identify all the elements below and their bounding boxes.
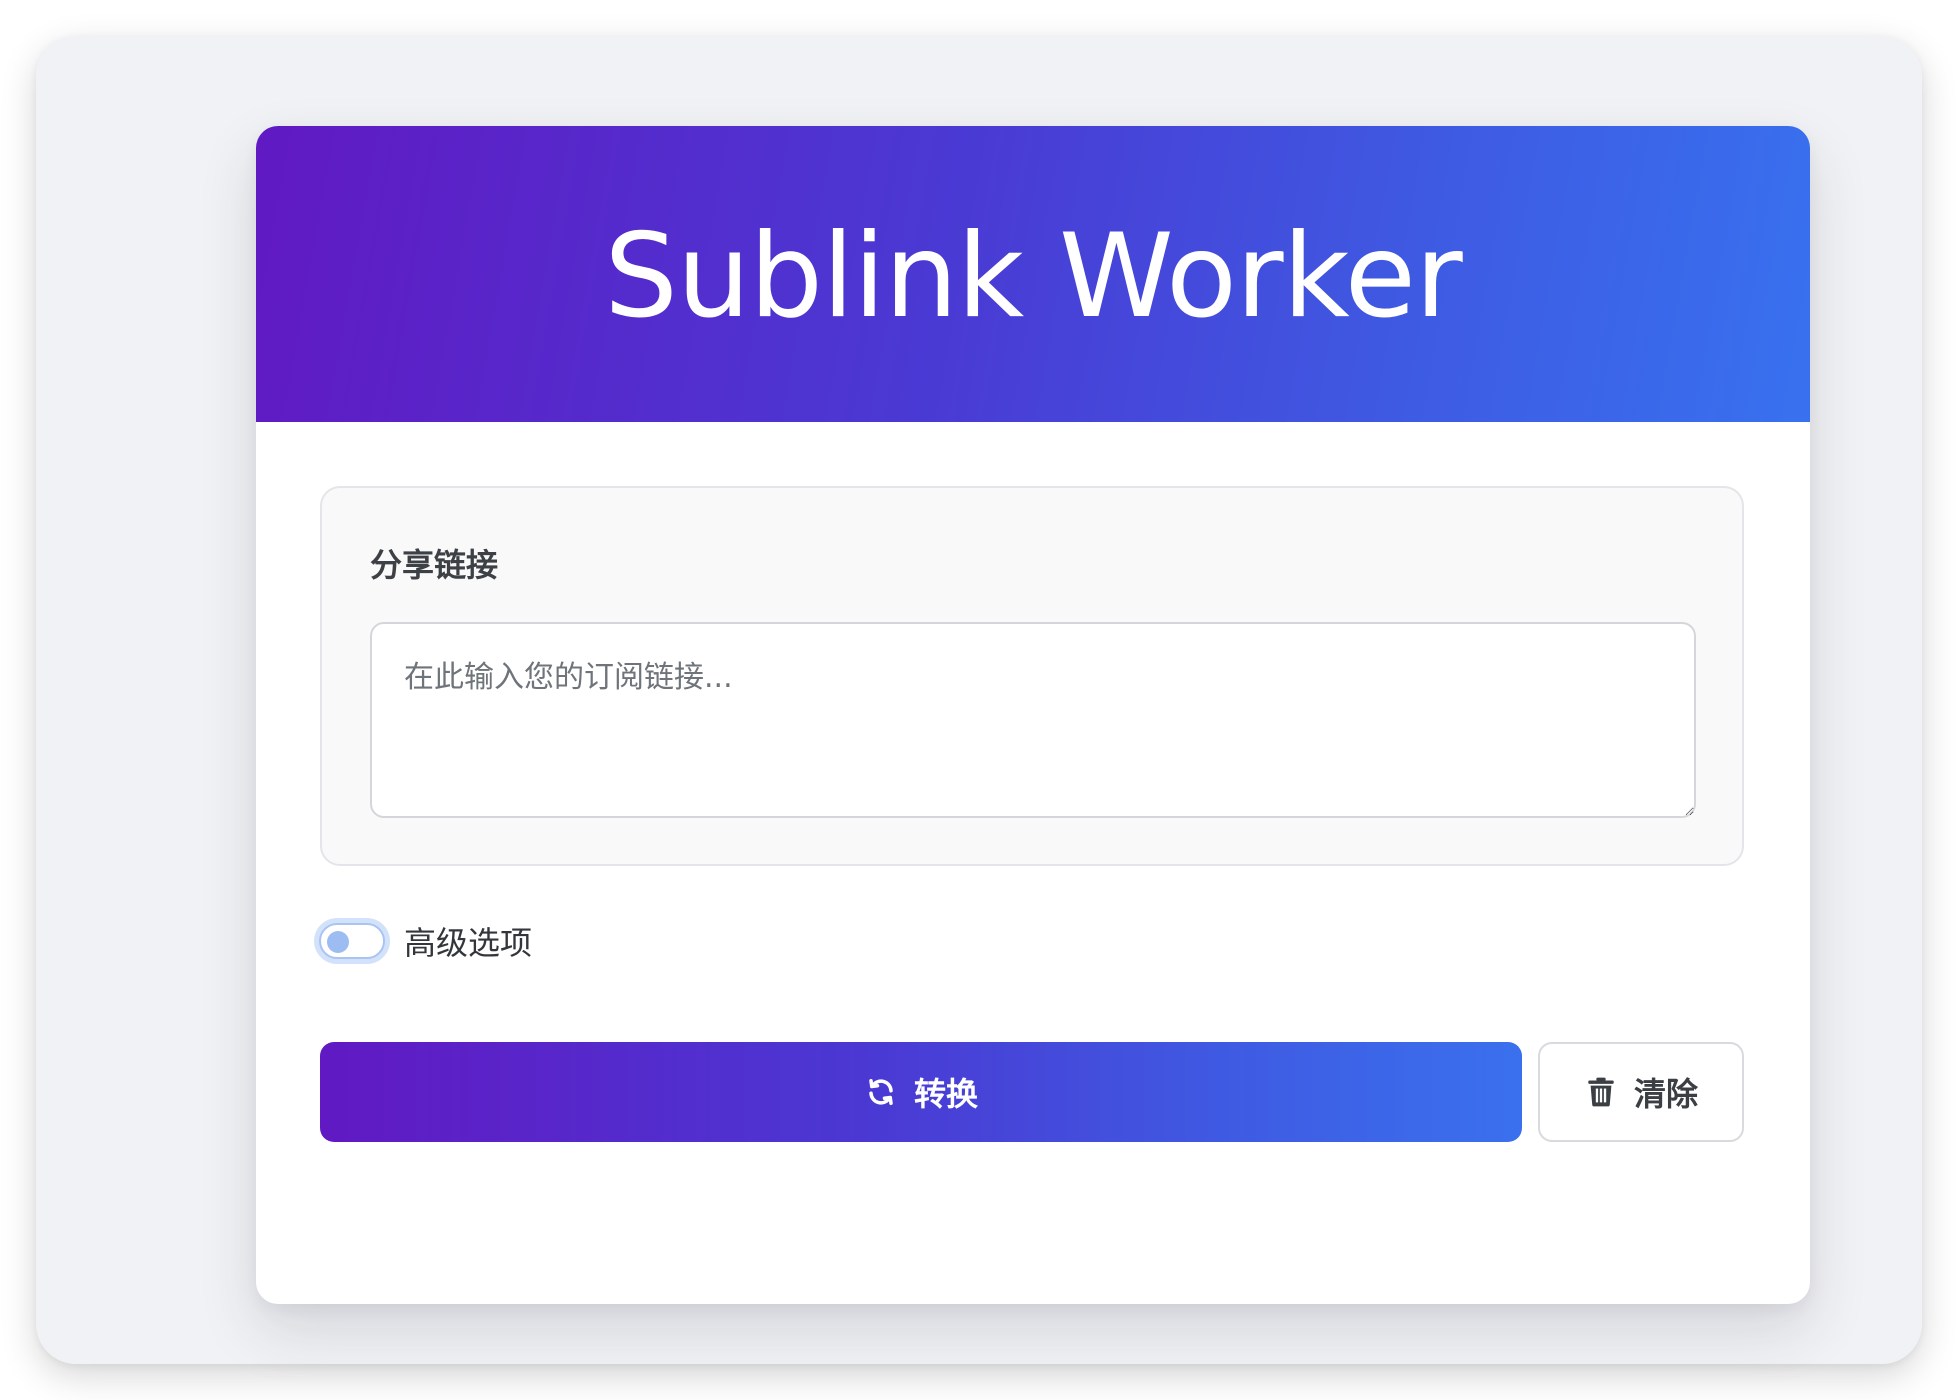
outer-frame: Sublink Worker 分享链接 高级选项 [36,36,1922,1364]
share-link-label: 分享链接 [370,546,499,584]
toggle-knob [327,931,349,953]
header-banner: Sublink Worker [256,126,1810,422]
clear-button[interactable]: 清除 [1538,1042,1744,1142]
convert-button[interactable]: 转换 [320,1042,1522,1142]
main-card: Sublink Worker 分享链接 高级选项 [256,126,1810,1304]
advanced-options-label[interactable]: 高级选项 [404,918,532,964]
app-title: Sublink Worker [604,209,1462,344]
clear-button-label: 清除 [1633,1075,1698,1113]
convert-button-label: 转换 [913,1075,978,1113]
share-link-panel: 分享链接 [320,486,1744,866]
share-link-input[interactable] [370,622,1696,818]
advanced-options-row: 高级选项 [314,916,532,966]
sync-icon [864,1075,898,1109]
toggle-track [319,923,385,959]
trash-icon [1584,1075,1618,1109]
advanced-options-toggle[interactable] [314,918,390,964]
